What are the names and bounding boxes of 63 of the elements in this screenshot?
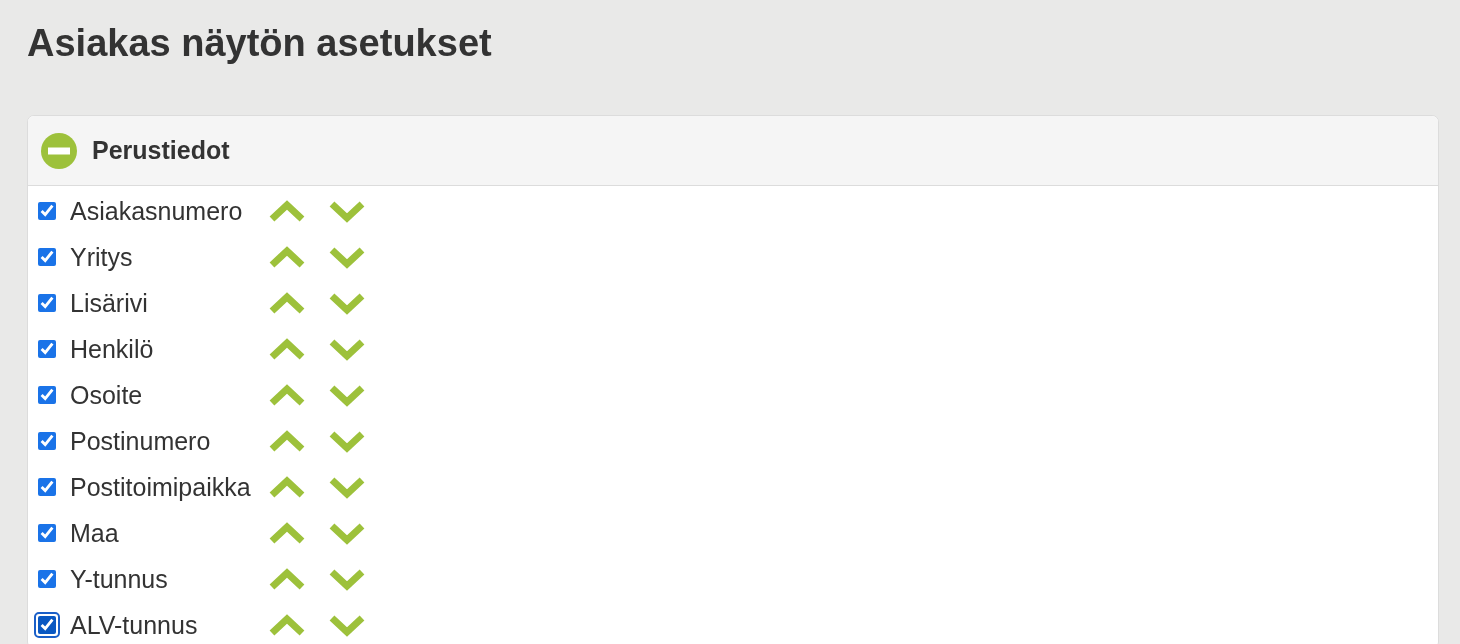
field-label: ALV-tunnus [70,610,199,640]
move-down-button[interactable] [328,337,366,361]
chevron-up-icon [268,199,306,223]
field-label: Henkilö [70,334,155,364]
move-down-button[interactable] [328,613,366,637]
field-checkbox[interactable] [38,248,56,266]
page-title: Asiakas näytön asetukset [27,21,493,66]
chevron-up-icon [268,383,306,407]
chevron-down-icon [328,337,366,361]
chevron-up-icon [268,613,306,637]
chevron-up-icon [268,429,306,453]
move-down-button[interactable] [328,521,366,545]
chevron-down-icon [328,383,366,407]
move-up-button[interactable] [268,475,306,499]
field-checkbox[interactable] [38,524,56,542]
move-down-button[interactable] [328,199,366,223]
field-label: Asiakasnumero [70,196,244,226]
chevron-up-icon [268,337,306,361]
chevron-down-icon [328,245,366,269]
field-checkbox[interactable] [38,202,56,220]
chevron-up-icon [268,567,306,591]
move-up-button[interactable] [268,337,306,361]
field-label: Yritys [70,242,134,272]
move-up-button[interactable] [268,613,306,637]
move-up-button[interactable] [268,199,306,223]
minus-circle-icon[interactable] [41,132,77,169]
chevron-up-icon [268,245,306,269]
chevron-down-icon [328,199,366,223]
field-label: Postitoimipaikka [70,472,252,502]
move-up-button[interactable] [268,521,306,545]
chevron-down-icon [328,475,366,499]
field-checkbox[interactable] [38,386,56,404]
move-up-button[interactable] [268,383,306,407]
chevron-up-icon [268,475,306,499]
chevron-up-icon [268,521,306,545]
field-label: Osoite [70,380,144,410]
chevron-down-icon [328,521,366,545]
field-checkbox[interactable] [34,612,60,638]
field-label: Maa [70,518,120,548]
field-checkbox[interactable] [38,570,56,588]
move-up-button[interactable] [268,245,306,269]
move-down-button[interactable] [328,383,366,407]
chevron-down-icon [328,613,366,637]
chevron-up-icon [268,291,306,315]
chevron-down-icon [328,429,366,453]
move-up-button[interactable] [268,567,306,591]
field-checkbox[interactable] [38,478,56,496]
chevron-down-icon [328,291,366,315]
move-down-button[interactable] [328,245,366,269]
move-up-button[interactable] [268,429,306,453]
field-checkbox[interactable] [38,340,56,358]
field-checkbox[interactable] [38,432,56,450]
move-down-button[interactable] [328,429,366,453]
move-up-button[interactable] [268,291,306,315]
move-down-button[interactable] [328,291,366,315]
field-checkbox[interactable] [38,294,56,312]
move-down-button[interactable] [328,475,366,499]
field-label: Postinumero [70,426,212,456]
section-title: Perustiedot [92,136,230,165]
chevron-down-icon [328,567,366,591]
field-label: Lisärivi [70,288,149,318]
field-label: Y-tunnus [70,564,169,594]
move-down-button[interactable] [328,567,366,591]
